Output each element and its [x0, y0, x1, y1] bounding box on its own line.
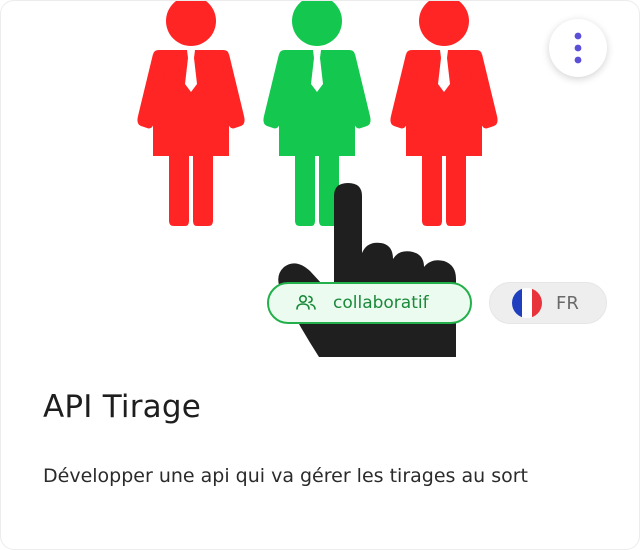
- card-title: API Tirage: [43, 389, 201, 425]
- collaboratif-badge[interactable]: collaboratif: [267, 282, 472, 324]
- more-options-button[interactable]: [549, 19, 607, 77]
- more-vertical-icon: [574, 32, 582, 64]
- person-icon: [137, 1, 245, 226]
- project-card[interactable]: collaboratif FR API Tirage Développer un…: [0, 0, 640, 550]
- language-badge[interactable]: FR: [489, 282, 607, 324]
- users-icon: [296, 294, 316, 310]
- badge-label: collaboratif: [333, 293, 429, 313]
- language-label: FR: [556, 292, 579, 314]
- card-media: collaboratif FR: [1, 1, 639, 357]
- card-description: Développer une api qui va gérer les tira…: [43, 465, 528, 487]
- person-icon: [390, 1, 498, 226]
- france-flag-icon: [512, 288, 542, 318]
